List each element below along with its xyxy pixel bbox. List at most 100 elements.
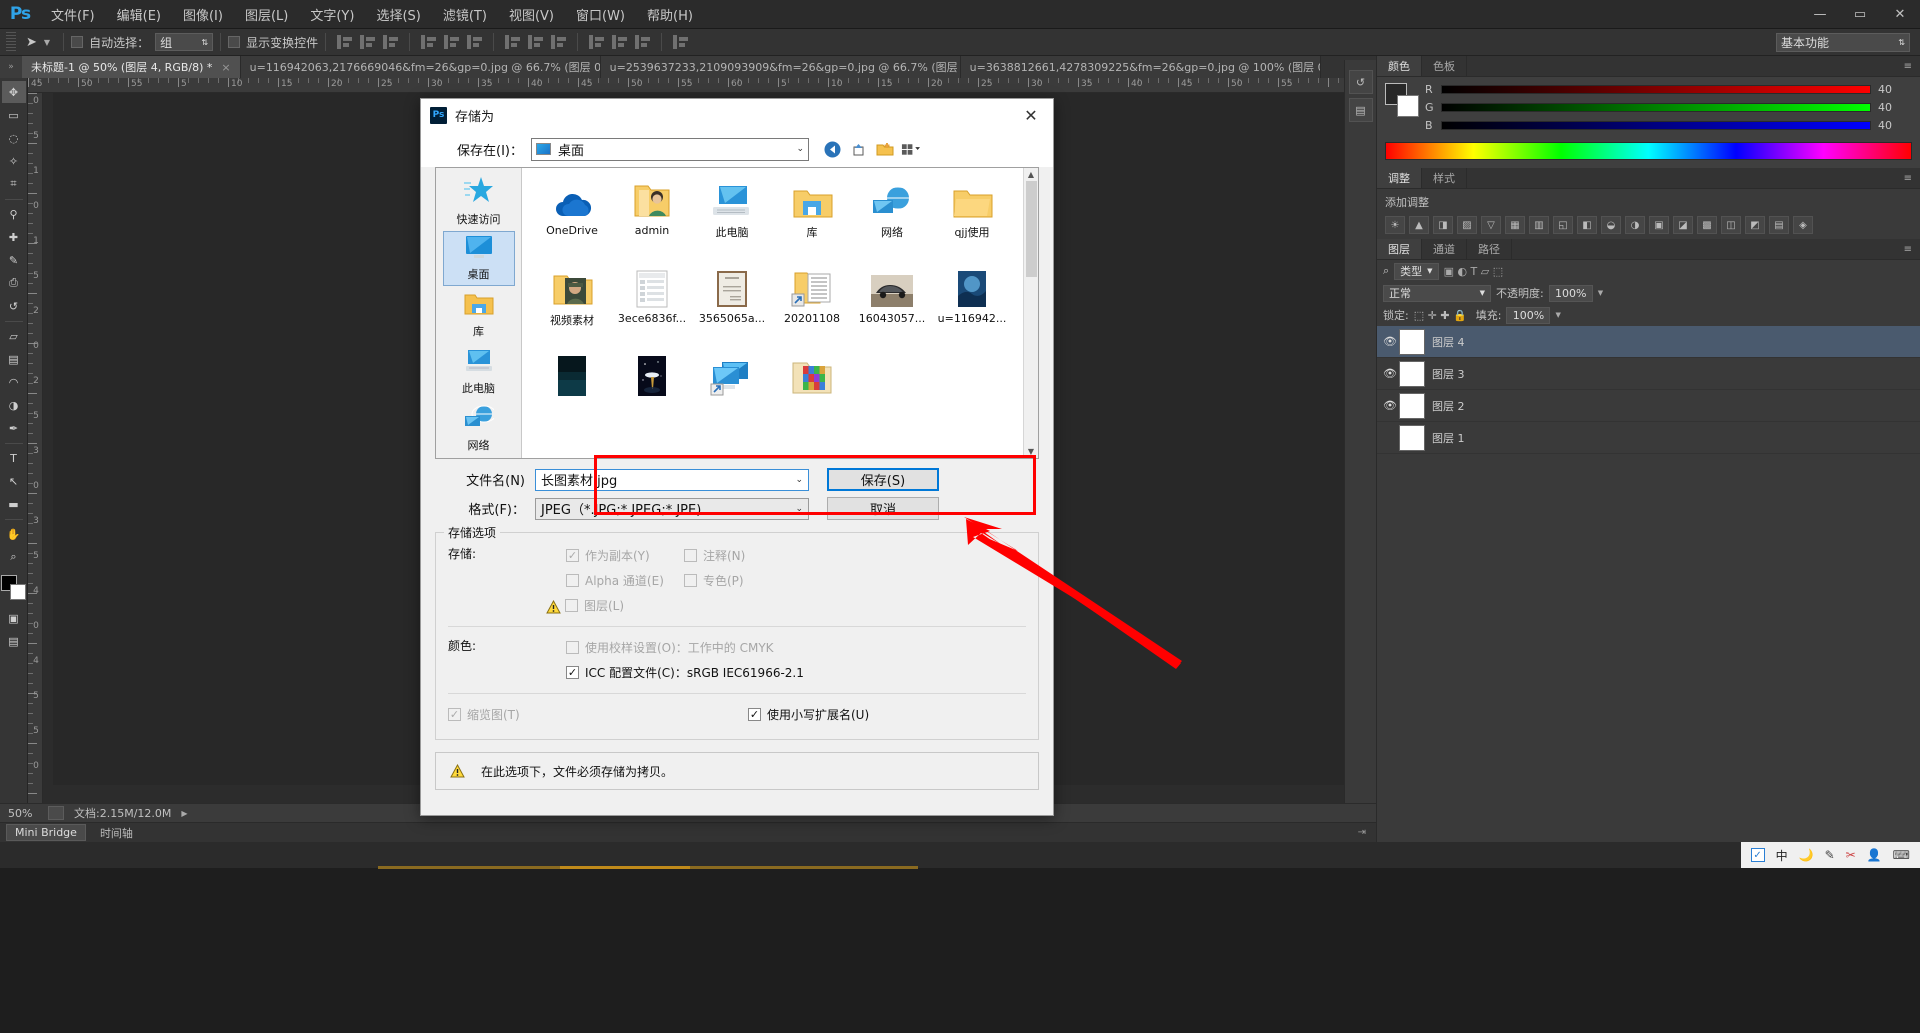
- channel-slider[interactable]: [1441, 121, 1871, 130]
- save-button[interactable]: 保存(S): [827, 468, 939, 491]
- screen-mode-icon[interactable]: ▤: [2, 630, 26, 652]
- checkbox-icc[interactable]: ICC 配置文件(C)：sRGB IEC61966-2.1: [566, 664, 804, 681]
- clone-stamp-tool[interactable]: ⎙: [2, 272, 26, 294]
- adjustment-button-15[interactable]: ◩: [1745, 216, 1765, 234]
- view-mode-icon[interactable]: [901, 140, 920, 159]
- adjustment-button-8[interactable]: ◧: [1577, 216, 1597, 234]
- moon-icon[interactable]: 🌙: [1799, 848, 1814, 862]
- align-icon-4[interactable]: [443, 34, 460, 50]
- auto-select-scope-dropdown[interactable]: 组 ⇅: [155, 33, 213, 51]
- ime-checkbox-icon[interactable]: ✓: [1751, 848, 1765, 862]
- align-icon-10[interactable]: [611, 34, 628, 50]
- tab-scroll-icon[interactable]: »: [0, 56, 22, 78]
- menu-0[interactable]: 文件(F): [40, 1, 106, 28]
- file-item-15[interactable]: [774, 354, 850, 428]
- channel-slider[interactable]: [1441, 85, 1871, 94]
- save-in-dropdown[interactable]: 桌面 ⌄: [531, 138, 809, 161]
- file-name-input[interactable]: 长图素材.jpg ⌄: [535, 469, 809, 491]
- maximize-button[interactable]: ▭: [1840, 0, 1880, 29]
- zoom-level[interactable]: 50%: [0, 807, 48, 820]
- adjustment-button-14[interactable]: ◫: [1721, 216, 1741, 234]
- file-item-14[interactable]: [694, 354, 770, 428]
- align-icon-3[interactable]: [420, 34, 437, 50]
- place-item-2[interactable]: 库: [443, 288, 515, 343]
- color-panel-swatches[interactable]: [1385, 83, 1419, 117]
- document-tab-1[interactable]: u=116942063,2176669046&fm=26&gp=0.jpg @ …: [241, 56, 601, 78]
- channel-value[interactable]: 40: [1878, 101, 1912, 114]
- scrollbar-thumb[interactable]: [1026, 181, 1037, 277]
- file-item-4[interactable]: 网络: [854, 178, 930, 252]
- align-icon-1[interactable]: [359, 34, 376, 50]
- adjustment-button-3[interactable]: ▨: [1457, 216, 1477, 234]
- tab-layers[interactable]: 图层: [1377, 239, 1422, 259]
- fill-value[interactable]: 100%: [1506, 307, 1550, 324]
- document-tab-0[interactable]: 未标题-1 @ 50% (图层 4, RGB/8) *×: [22, 56, 241, 78]
- mini-bridge-button[interactable]: Mini Bridge: [6, 824, 86, 841]
- adjustment-button-6[interactable]: ▥: [1529, 216, 1549, 234]
- search-icon[interactable]: ⌕: [1383, 264, 1389, 278]
- properties-panel-icon[interactable]: ▤: [1349, 98, 1373, 122]
- checkbox-box[interactable]: [748, 708, 761, 721]
- eyedropper-tool[interactable]: ⚲: [2, 203, 26, 225]
- menu-8[interactable]: 窗口(W): [565, 1, 636, 28]
- align-icon-5[interactable]: [466, 34, 483, 50]
- background-color-swatch[interactable]: [10, 584, 26, 600]
- place-item-3[interactable]: 此电脑: [443, 344, 515, 399]
- rectangle-tool[interactable]: ▬: [2, 493, 26, 515]
- file-item-9[interactable]: 20201108: [774, 266, 850, 340]
- align-icon-7[interactable]: [527, 34, 544, 50]
- file-item-11[interactable]: u=116942...: [934, 266, 1010, 340]
- filter-kind-icons[interactable]: ▣ ◐ T ▱ ⬚: [1444, 265, 1504, 278]
- align-icon-12[interactable]: [672, 34, 689, 50]
- bg-swatch[interactable]: [1397, 95, 1419, 117]
- type-tool[interactable]: T: [2, 447, 26, 469]
- bottombar-collapse-icon[interactable]: ⇥: [1358, 827, 1376, 838]
- back-icon[interactable]: [823, 140, 842, 159]
- show-transform-checkbox[interactable]: [228, 36, 240, 48]
- place-item-0[interactable]: 快速访问: [443, 174, 515, 229]
- align-icon-11[interactable]: [634, 34, 651, 50]
- layer-row-1[interactable]: 👁图层 3: [1377, 358, 1920, 390]
- minimize-button[interactable]: —: [1800, 0, 1840, 29]
- color-spectrum-bar[interactable]: [1385, 142, 1912, 160]
- tools-icon[interactable]: ✂: [1846, 848, 1856, 862]
- menu-6[interactable]: 滤镜(T): [432, 1, 498, 28]
- file-item-10[interactable]: 16043057...: [854, 266, 930, 340]
- brush-tool[interactable]: ✎: [2, 249, 26, 271]
- adjustment-button-11[interactable]: ▣: [1649, 216, 1669, 234]
- file-item-7[interactable]: 3ece6836f...: [614, 266, 690, 340]
- eye-icon[interactable]: 👁: [1381, 399, 1399, 412]
- adjustment-button-17[interactable]: ◈: [1793, 216, 1813, 234]
- checkbox-box[interactable]: [566, 666, 579, 679]
- ime-mode-label[interactable]: 中: [1776, 847, 1788, 864]
- auto-select-checkbox[interactable]: [71, 36, 83, 48]
- workspace-dropdown[interactable]: 基本功能 ⇅: [1776, 33, 1910, 52]
- scroll-up-icon[interactable]: ▲: [1028, 170, 1034, 179]
- user-icon[interactable]: 👤: [1867, 848, 1882, 862]
- menu-2[interactable]: 图像(I): [172, 1, 234, 28]
- quick-mask-icon[interactable]: ▣: [2, 607, 26, 629]
- new-folder-icon[interactable]: [875, 140, 894, 159]
- document-tab-3[interactable]: u=3638812661,4278309225&fm=26&gp=0.jpg @…: [961, 56, 1321, 78]
- hand-tool[interactable]: ✋: [2, 523, 26, 545]
- tab-swatches[interactable]: 色板: [1422, 56, 1467, 76]
- blend-mode-dropdown[interactable]: 正常 ▼: [1383, 285, 1491, 302]
- file-item-13[interactable]: [614, 354, 690, 428]
- channel-value[interactable]: 40: [1878, 119, 1912, 132]
- cancel-button[interactable]: 取消: [827, 497, 939, 520]
- blur-tool[interactable]: ◠: [2, 371, 26, 393]
- dodge-tool[interactable]: ◑: [2, 394, 26, 416]
- move-tool[interactable]: ✥: [2, 81, 26, 103]
- eye-icon[interactable]: 👁: [1381, 335, 1399, 348]
- scroll-down-icon[interactable]: ▼: [1028, 447, 1034, 456]
- tab-color[interactable]: 颜色: [1377, 56, 1422, 76]
- file-item-2[interactable]: 此电脑: [694, 178, 770, 252]
- menu-7[interactable]: 视图(V): [498, 1, 565, 28]
- dialog-close-button[interactable]: ✕: [1009, 99, 1053, 131]
- adjustment-button-7[interactable]: ◱: [1553, 216, 1573, 234]
- pen-tool[interactable]: ✒: [2, 417, 26, 439]
- tab-paths[interactable]: 路径: [1467, 239, 1512, 259]
- format-dropdown[interactable]: JPEG（*.JPG;*.JPEG;*.JPE) ⌄: [535, 498, 809, 520]
- taskbar-window-strip-active[interactable]: [560, 866, 690, 869]
- adjustment-button-2[interactable]: ◨: [1433, 216, 1453, 234]
